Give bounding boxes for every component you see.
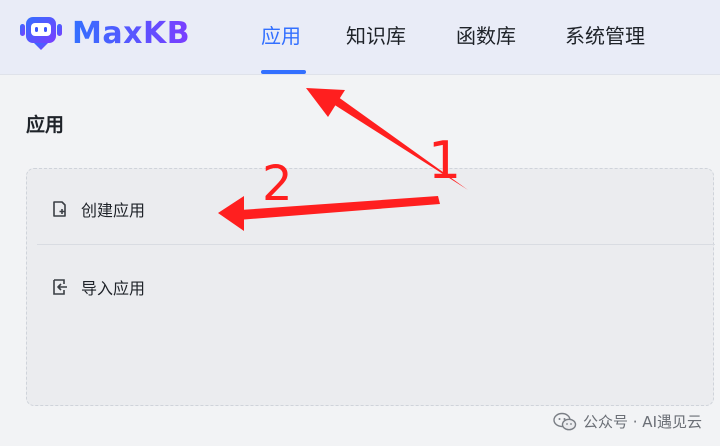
active-tab-indicator [261,70,306,74]
nav-tab-applications[interactable]: 应用 [261,20,301,49]
brand-name: MaxKB [72,15,191,51]
watermark-text: 公众号 · AI遇见云 [583,413,702,431]
page-title: 应用 [26,114,65,136]
import-application-label: 导入应用 [81,279,146,298]
create-application-card: 创建应用 导入应用 [26,168,715,406]
watermark: 公众号 · AI遇见云 [553,411,702,432]
create-application-button[interactable]: 创建应用 [51,197,145,221]
menu-divider [37,244,715,245]
import-icon [53,279,67,295]
top-bar: MaxKB 应用 知识库 函数库 系统管理 [0,0,720,75]
robot-logo-icon [20,17,62,50]
nav-tab-knowledge-base[interactable]: 知识库 [346,20,406,49]
new-file-icon [53,201,66,217]
nav-tab-system-management[interactable]: 系统管理 [565,20,645,49]
nav-tab-function-library[interactable]: 函数库 [456,20,516,49]
wechat-icon [553,412,577,430]
import-application-button[interactable]: 导入应用 [51,275,145,299]
logo[interactable]: MaxKB [18,14,190,52]
create-application-label: 创建应用 [81,201,146,220]
